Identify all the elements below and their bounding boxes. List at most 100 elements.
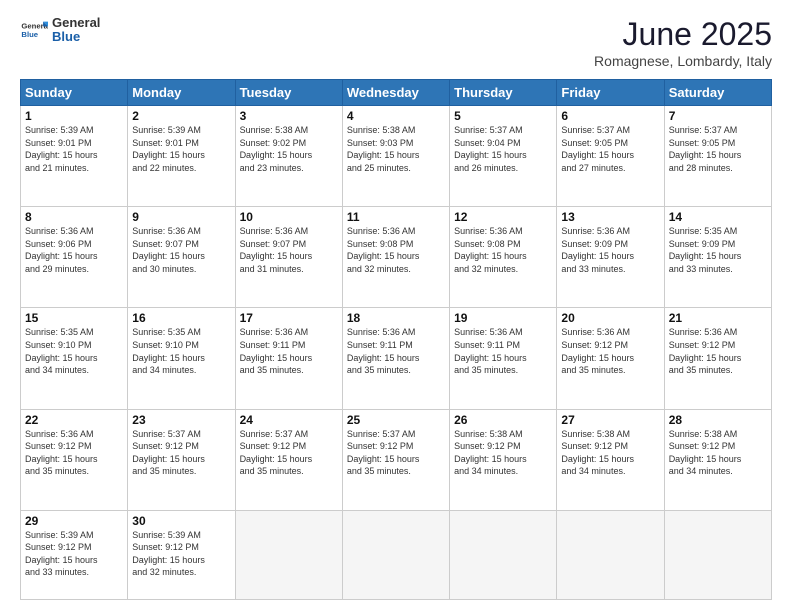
day-number: 3	[240, 109, 338, 123]
day-number: 17	[240, 311, 338, 325]
page: General Blue General Blue June 2025 Roma…	[0, 0, 792, 612]
day-info: Sunrise: 5:38 AMSunset: 9:12 PMDaylight:…	[561, 428, 659, 478]
location-text: Romagnese, Lombardy, Italy	[594, 53, 772, 69]
day-number: 19	[454, 311, 552, 325]
day-info: Sunrise: 5:36 AMSunset: 9:07 PMDaylight:…	[132, 225, 230, 275]
header-sunday: Sunday	[21, 80, 128, 106]
calendar-cell: 5Sunrise: 5:37 AMSunset: 9:04 PMDaylight…	[450, 106, 557, 207]
calendar-cell: 20Sunrise: 5:36 AMSunset: 9:12 PMDayligh…	[557, 308, 664, 409]
calendar-cell: 11Sunrise: 5:36 AMSunset: 9:08 PMDayligh…	[342, 207, 449, 308]
calendar-cell: 13Sunrise: 5:36 AMSunset: 9:09 PMDayligh…	[557, 207, 664, 308]
day-info: Sunrise: 5:38 AMSunset: 9:03 PMDaylight:…	[347, 124, 445, 174]
calendar-cell: 30Sunrise: 5:39 AMSunset: 9:12 PMDayligh…	[128, 510, 235, 599]
header-friday: Friday	[557, 80, 664, 106]
day-info: Sunrise: 5:35 AMSunset: 9:09 PMDaylight:…	[669, 225, 767, 275]
calendar-cell: 9Sunrise: 5:36 AMSunset: 9:07 PMDaylight…	[128, 207, 235, 308]
day-info: Sunrise: 5:36 AMSunset: 9:08 PMDaylight:…	[454, 225, 552, 275]
day-number: 28	[669, 413, 767, 427]
day-info: Sunrise: 5:36 AMSunset: 9:09 PMDaylight:…	[561, 225, 659, 275]
day-info: Sunrise: 5:36 AMSunset: 9:11 PMDaylight:…	[454, 326, 552, 376]
title-block: June 2025 Romagnese, Lombardy, Italy	[594, 16, 772, 69]
day-number: 11	[347, 210, 445, 224]
calendar-cell: 12Sunrise: 5:36 AMSunset: 9:08 PMDayligh…	[450, 207, 557, 308]
calendar-cell: 21Sunrise: 5:36 AMSunset: 9:12 PMDayligh…	[664, 308, 771, 409]
calendar-cell	[235, 510, 342, 599]
day-info: Sunrise: 5:36 AMSunset: 9:08 PMDaylight:…	[347, 225, 445, 275]
calendar-cell: 14Sunrise: 5:35 AMSunset: 9:09 PMDayligh…	[664, 207, 771, 308]
calendar-cell: 19Sunrise: 5:36 AMSunset: 9:11 PMDayligh…	[450, 308, 557, 409]
calendar-cell: 29Sunrise: 5:39 AMSunset: 9:12 PMDayligh…	[21, 510, 128, 599]
day-number: 25	[347, 413, 445, 427]
logo: General Blue General Blue	[20, 16, 100, 45]
day-number: 22	[25, 413, 123, 427]
calendar-cell: 1Sunrise: 5:39 AMSunset: 9:01 PMDaylight…	[21, 106, 128, 207]
logo-blue-text: Blue	[52, 30, 100, 44]
calendar-cell: 28Sunrise: 5:38 AMSunset: 9:12 PMDayligh…	[664, 409, 771, 510]
day-info: Sunrise: 5:39 AMSunset: 9:12 PMDaylight:…	[132, 529, 230, 579]
day-info: Sunrise: 5:38 AMSunset: 9:12 PMDaylight:…	[454, 428, 552, 478]
calendar-table: Sunday Monday Tuesday Wednesday Thursday…	[20, 79, 772, 600]
day-info: Sunrise: 5:37 AMSunset: 9:05 PMDaylight:…	[561, 124, 659, 174]
calendar-cell: 8Sunrise: 5:36 AMSunset: 9:06 PMDaylight…	[21, 207, 128, 308]
header-tuesday: Tuesday	[235, 80, 342, 106]
day-number: 4	[347, 109, 445, 123]
logo-general-text: General	[52, 16, 100, 30]
day-number: 18	[347, 311, 445, 325]
day-info: Sunrise: 5:39 AMSunset: 9:01 PMDaylight:…	[25, 124, 123, 174]
calendar-cell: 6Sunrise: 5:37 AMSunset: 9:05 PMDaylight…	[557, 106, 664, 207]
week-row-2: 8Sunrise: 5:36 AMSunset: 9:06 PMDaylight…	[21, 207, 772, 308]
day-info: Sunrise: 5:36 AMSunset: 9:12 PMDaylight:…	[669, 326, 767, 376]
day-info: Sunrise: 5:36 AMSunset: 9:12 PMDaylight:…	[561, 326, 659, 376]
day-number: 13	[561, 210, 659, 224]
calendar-cell: 22Sunrise: 5:36 AMSunset: 9:12 PMDayligh…	[21, 409, 128, 510]
day-info: Sunrise: 5:36 AMSunset: 9:07 PMDaylight:…	[240, 225, 338, 275]
calendar-cell	[450, 510, 557, 599]
day-number: 6	[561, 109, 659, 123]
calendar-cell: 4Sunrise: 5:38 AMSunset: 9:03 PMDaylight…	[342, 106, 449, 207]
day-number: 14	[669, 210, 767, 224]
header-wednesday: Wednesday	[342, 80, 449, 106]
calendar-cell: 25Sunrise: 5:37 AMSunset: 9:12 PMDayligh…	[342, 409, 449, 510]
calendar-cell: 24Sunrise: 5:37 AMSunset: 9:12 PMDayligh…	[235, 409, 342, 510]
week-row-4: 22Sunrise: 5:36 AMSunset: 9:12 PMDayligh…	[21, 409, 772, 510]
header-monday: Monday	[128, 80, 235, 106]
weekday-header-row: Sunday Monday Tuesday Wednesday Thursday…	[21, 80, 772, 106]
day-info: Sunrise: 5:37 AMSunset: 9:04 PMDaylight:…	[454, 124, 552, 174]
day-info: Sunrise: 5:38 AMSunset: 9:02 PMDaylight:…	[240, 124, 338, 174]
calendar-cell: 2Sunrise: 5:39 AMSunset: 9:01 PMDaylight…	[128, 106, 235, 207]
day-number: 21	[669, 311, 767, 325]
calendar-cell: 17Sunrise: 5:36 AMSunset: 9:11 PMDayligh…	[235, 308, 342, 409]
day-info: Sunrise: 5:37 AMSunset: 9:12 PMDaylight:…	[132, 428, 230, 478]
header-thursday: Thursday	[450, 80, 557, 106]
day-info: Sunrise: 5:38 AMSunset: 9:12 PMDaylight:…	[669, 428, 767, 478]
calendar-cell: 16Sunrise: 5:35 AMSunset: 9:10 PMDayligh…	[128, 308, 235, 409]
header-saturday: Saturday	[664, 80, 771, 106]
calendar-cell: 3Sunrise: 5:38 AMSunset: 9:02 PMDaylight…	[235, 106, 342, 207]
calendar-cell: 15Sunrise: 5:35 AMSunset: 9:10 PMDayligh…	[21, 308, 128, 409]
day-info: Sunrise: 5:39 AMSunset: 9:12 PMDaylight:…	[25, 529, 123, 579]
day-info: Sunrise: 5:35 AMSunset: 9:10 PMDaylight:…	[25, 326, 123, 376]
calendar-cell: 23Sunrise: 5:37 AMSunset: 9:12 PMDayligh…	[128, 409, 235, 510]
day-number: 5	[454, 109, 552, 123]
general-blue-icon: General Blue	[20, 16, 48, 44]
day-info: Sunrise: 5:37 AMSunset: 9:12 PMDaylight:…	[347, 428, 445, 478]
week-row-5: 29Sunrise: 5:39 AMSunset: 9:12 PMDayligh…	[21, 510, 772, 599]
day-number: 30	[132, 514, 230, 528]
day-info: Sunrise: 5:36 AMSunset: 9:06 PMDaylight:…	[25, 225, 123, 275]
calendar-cell	[664, 510, 771, 599]
day-info: Sunrise: 5:35 AMSunset: 9:10 PMDaylight:…	[132, 326, 230, 376]
calendar-cell: 10Sunrise: 5:36 AMSunset: 9:07 PMDayligh…	[235, 207, 342, 308]
month-title: June 2025	[594, 16, 772, 53]
day-number: 24	[240, 413, 338, 427]
day-info: Sunrise: 5:37 AMSunset: 9:12 PMDaylight:…	[240, 428, 338, 478]
svg-text:Blue: Blue	[21, 30, 38, 39]
day-number: 23	[132, 413, 230, 427]
calendar-cell	[557, 510, 664, 599]
day-info: Sunrise: 5:36 AMSunset: 9:12 PMDaylight:…	[25, 428, 123, 478]
day-number: 10	[240, 210, 338, 224]
calendar-cell	[342, 510, 449, 599]
day-info: Sunrise: 5:39 AMSunset: 9:01 PMDaylight:…	[132, 124, 230, 174]
calendar-cell: 26Sunrise: 5:38 AMSunset: 9:12 PMDayligh…	[450, 409, 557, 510]
day-number: 15	[25, 311, 123, 325]
calendar-cell: 27Sunrise: 5:38 AMSunset: 9:12 PMDayligh…	[557, 409, 664, 510]
